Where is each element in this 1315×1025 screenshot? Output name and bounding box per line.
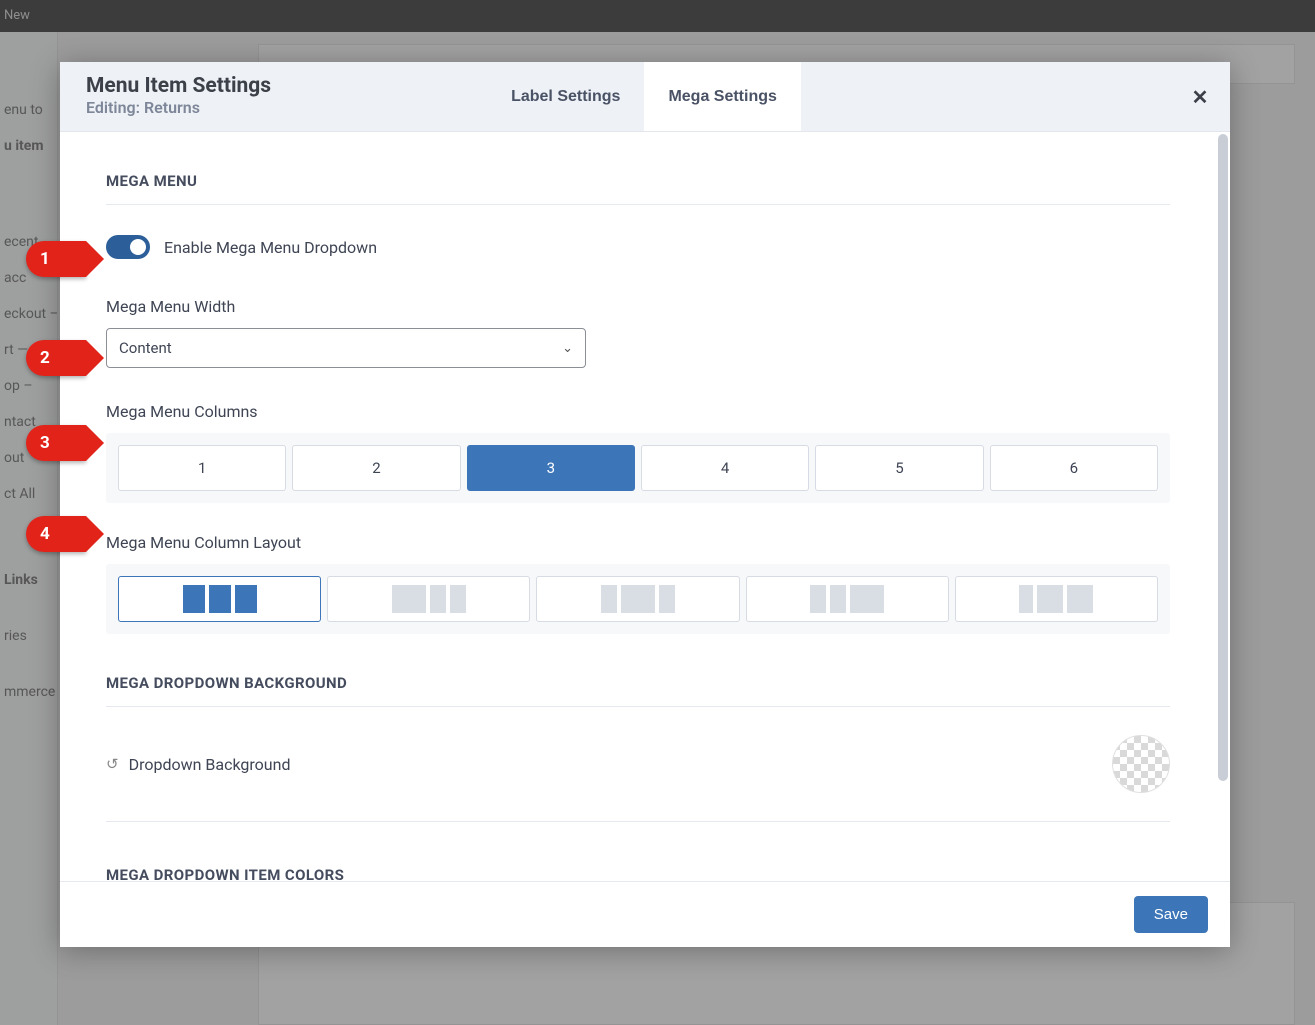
mega-menu-columns-label: Mega Menu Columns <box>106 402 1170 421</box>
tab-label-settings[interactable]: Label Settings <box>487 62 644 131</box>
annotation-4: 4 <box>26 516 86 552</box>
mega-menu-layout-label: Mega Menu Column Layout <box>106 533 1170 552</box>
mega-menu-width-value: Content <box>119 339 172 357</box>
col-btn-2[interactable]: 2 <box>292 445 460 491</box>
enable-mega-menu-toggle[interactable] <box>106 235 150 259</box>
layout-equal[interactable] <box>118 576 321 622</box>
modal-body: MEGA MENU Enable Mega Menu Dropdown Mega… <box>60 132 1216 881</box>
modal-subtitle: Editing: Returns <box>86 98 271 117</box>
mega-menu-width-select[interactable]: Content ⌄ <box>106 328 586 368</box>
annotation-2: 2 <box>26 340 86 376</box>
col-btn-6[interactable]: 6 <box>990 445 1158 491</box>
annotation-3: 3 <box>26 425 86 461</box>
dropdown-background-label: Dropdown Background <box>129 755 291 774</box>
modal-scrollbar[interactable] <box>1216 132 1230 881</box>
layout-selector <box>106 564 1170 634</box>
save-button[interactable]: Save <box>1134 896 1208 933</box>
layout-left-heavy[interactable] <box>327 576 530 622</box>
close-icon[interactable]: ✕ <box>1170 62 1230 131</box>
layout-narrow-wide-wide[interactable] <box>955 576 1158 622</box>
reset-icon[interactable]: ↺ <box>106 755 119 773</box>
annotation-1: 1 <box>26 241 86 277</box>
tab-mega-settings[interactable]: Mega Settings <box>644 62 800 131</box>
dropdown-background-swatch[interactable] <box>1112 735 1170 793</box>
col-btn-4[interactable]: 4 <box>641 445 809 491</box>
layout-right-heavy[interactable] <box>746 576 949 622</box>
section-dropdown-bg-title: MEGA DROPDOWN BACKGROUND <box>106 674 1170 692</box>
col-btn-1[interactable]: 1 <box>118 445 286 491</box>
enable-mega-menu-label: Enable Mega Menu Dropdown <box>164 238 377 257</box>
col-btn-5[interactable]: 5 <box>815 445 983 491</box>
mega-menu-width-label: Mega Menu Width <box>106 297 1170 316</box>
wp-topbar: New <box>0 0 1315 32</box>
col-btn-3[interactable]: 3 <box>467 445 635 491</box>
modal-footer: Save <box>60 881 1230 947</box>
chevron-down-icon: ⌄ <box>562 341 573 356</box>
layout-center-heavy[interactable] <box>536 576 739 622</box>
modal-title: Menu Item Settings <box>86 74 271 98</box>
menu-item-settings-modal: Menu Item Settings Editing: Returns Labe… <box>60 62 1230 947</box>
columns-selector: 1 2 3 4 5 6 <box>106 433 1170 503</box>
modal-header: Menu Item Settings Editing: Returns Labe… <box>60 62 1230 132</box>
section-mega-menu-title: MEGA MENU <box>106 172 1170 190</box>
topbar-new: New <box>4 8 30 23</box>
section-item-colors-title: MEGA DROPDOWN ITEM COLORS <box>106 866 1170 881</box>
